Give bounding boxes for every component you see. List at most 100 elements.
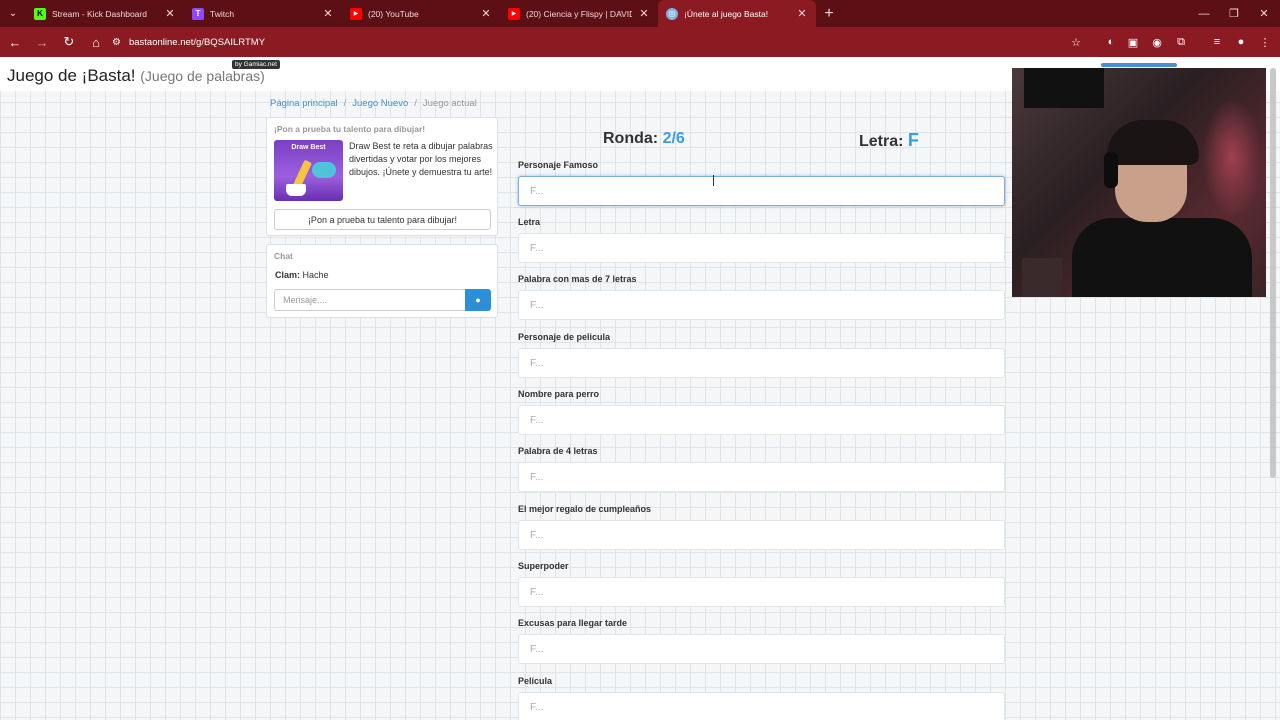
field-input-personaje-pelicula[interactable]: F... xyxy=(518,348,1005,378)
close-window-icon[interactable]: ✕ xyxy=(1249,0,1279,27)
send-chat-button[interactable]: ● xyxy=(465,289,491,311)
tab-kick[interactable]: K Stream - Kick Dashboard ✕ xyxy=(26,0,184,27)
tab-title: (20) YouTube xyxy=(368,8,419,19)
close-icon[interactable]: ✕ xyxy=(638,7,650,20)
site-subtitle: (Juego de palabras) xyxy=(140,68,265,84)
avatar[interactable]: ● xyxy=(1232,33,1250,51)
chat-bubble-icon: ● xyxy=(475,295,481,305)
webcam-person-shirt xyxy=(1072,218,1252,297)
youtube-icon: ▶ xyxy=(350,7,362,20)
webcam-overlay xyxy=(1012,68,1266,297)
field-label-palabra-4-letras: Palabra de 4 letras xyxy=(518,446,598,456)
field-label-personaje-pelicula: Personaje de pelicula xyxy=(518,332,611,342)
field-label-regalo-cumpleanos: El mejor regalo de cumpleaños xyxy=(518,504,652,514)
chat-heading: Chat xyxy=(274,251,293,261)
tab-basta[interactable]: ◎ ¡Únete al juego Basta! ✕ xyxy=(658,0,816,27)
bookmark-star-icon[interactable]: ☆ xyxy=(1067,33,1085,51)
chat-user: Clam: xyxy=(275,270,301,280)
text-cursor-icon xyxy=(713,175,715,186)
close-icon[interactable]: ✕ xyxy=(322,7,334,20)
breadcrumb-home[interactable]: Página principal xyxy=(270,98,338,109)
field-input-pelicula[interactable]: F... xyxy=(518,692,1005,720)
letter-value: F xyxy=(907,130,919,150)
site-info-icon[interactable]: ⚙ xyxy=(112,37,121,48)
field-input-letra[interactable]: F... xyxy=(518,233,1005,263)
extension-icon[interactable]: ◐ xyxy=(1102,33,1120,51)
field-input-palabra-7-letras[interactable]: F... xyxy=(518,290,1005,320)
webcam-person-hair xyxy=(1107,120,1199,165)
paint-cup-icon xyxy=(286,184,306,196)
menu-kebab-icon[interactable]: ⋮ xyxy=(1256,33,1274,51)
browser-toolbar: ← → ↻ ⌂ ⚙ bastaonline.net/g/BQSAILRTMY ☆… xyxy=(0,27,1280,57)
field-label-letra: Letra xyxy=(518,217,541,227)
chat-message-input[interactable]: Mensaje.... xyxy=(274,289,466,311)
media-icon[interactable]: ≡ xyxy=(1208,33,1226,51)
speech-bubble-icon xyxy=(312,162,336,178)
close-icon[interactable]: ✕ xyxy=(164,7,176,20)
breadcrumb-current: Juego actual xyxy=(422,98,477,109)
shield-icon[interactable]: ◉ xyxy=(1148,33,1166,51)
twitch-icon: T xyxy=(192,7,204,20)
field-input-nombre-perro[interactable]: F... xyxy=(518,405,1005,435)
gamiac-badge[interactable]: by Gamiac.net xyxy=(232,60,280,69)
page-scrollbar[interactable] xyxy=(1270,68,1276,478)
field-input-regalo-cumpleanos[interactable]: F... xyxy=(518,520,1005,550)
kick-icon: K xyxy=(34,7,46,20)
youtube-icon: ▶ xyxy=(508,7,520,20)
restore-icon[interactable]: ❐ xyxy=(1219,0,1249,27)
tab-youtube-video[interactable]: ▶ (20) Ciencia y Flispy | DAVID SU ✕ xyxy=(500,0,658,27)
chat-panel: Chat Clam: Hache Mensaje.... ● xyxy=(266,244,498,318)
promo-description: Draw Best te reta a dibujar palabras div… xyxy=(349,141,493,177)
tab-twitch[interactable]: T Twitch ✕ xyxy=(184,0,342,27)
breadcrumb-new-game[interactable]: Juego Nuevo xyxy=(352,98,408,109)
breadcrumb: Página principal / Juego Nuevo / Juego a… xyxy=(270,98,477,109)
globe-icon: ◎ xyxy=(666,7,678,20)
webcam-background-desk xyxy=(1022,258,1062,297)
tab-title: ¡Únete al juego Basta! xyxy=(684,8,769,19)
address-bar[interactable]: ⚙ bastaonline.net/g/BQSAILRTMY xyxy=(104,30,1094,54)
field-label-excusas: Excusas para llegar tarde xyxy=(518,618,628,628)
field-label-personaje-famoso: Personaje Famoso xyxy=(518,160,599,170)
chat-message: Clam: Hache xyxy=(275,270,329,280)
promo-heading: ¡Pon a prueba tu talento para dibujar! xyxy=(274,124,426,134)
draw-best-image-title: Draw Best xyxy=(291,144,326,151)
close-icon[interactable]: ✕ xyxy=(796,7,808,20)
field-input-superpoder[interactable]: F... xyxy=(518,577,1005,607)
tab-search-icon[interactable]: ⌄ xyxy=(0,0,26,27)
field-label-nombre-perro: Nombre para perro xyxy=(518,389,600,399)
forward-icon[interactable]: → xyxy=(30,30,54,54)
field-input-palabra-4-letras[interactable]: F... xyxy=(518,462,1005,492)
reload-icon[interactable]: ↻ xyxy=(57,30,81,54)
browser-tab-bar: ⌄ K Stream - Kick Dashboard ✕ T Twitch ✕… xyxy=(0,0,1280,27)
round-indicator: Ronda: 2/6 xyxy=(603,130,685,148)
field-input-excusas[interactable]: F... xyxy=(518,634,1005,664)
webcam-background-tv xyxy=(1024,68,1104,108)
tab-title: (20) Ciencia y Flispy | DAVID SU xyxy=(526,8,632,19)
field-label-pelicula: Película xyxy=(518,676,553,686)
draw-best-button[interactable]: ¡Pon a prueba tu talento para dibujar! xyxy=(274,209,491,230)
back-icon[interactable]: ← xyxy=(3,30,27,54)
breadcrumb-separator: / xyxy=(414,98,417,109)
field-label-palabra-7-letras: Palabra con mas de 7 letras xyxy=(518,274,637,284)
round-value: 2/6 xyxy=(662,130,685,147)
promo-panel: ¡Pon a prueba tu talento para dibujar! D… xyxy=(266,117,498,236)
navbar-button[interactable] xyxy=(1101,63,1177,67)
field-input-personaje-famoso[interactable]: F... xyxy=(518,176,1005,206)
headset-icon xyxy=(1104,152,1118,188)
new-tab-button[interactable]: + xyxy=(816,0,842,27)
minimize-icon[interactable]: — xyxy=(1189,0,1219,27)
tab-youtube[interactable]: ▶ (20) YouTube ✕ xyxy=(342,0,500,27)
field-label-superpoder: Superpoder xyxy=(518,561,569,571)
chat-text: Hache xyxy=(302,270,329,280)
url-text: bastaonline.net/g/BQSAILRTMY xyxy=(128,36,266,48)
letter-indicator: Letra: F xyxy=(859,130,919,151)
translate-icon[interactable]: ▣ xyxy=(1124,33,1142,51)
breadcrumb-separator: / xyxy=(343,98,347,109)
extensions-puzzle-icon[interactable]: ⧉ xyxy=(1172,33,1190,51)
draw-best-image[interactable]: Draw Best xyxy=(274,140,343,201)
close-icon[interactable]: ✕ xyxy=(480,7,492,20)
site-title[interactable]: Juego de ¡Basta! (Juego de palabras) xyxy=(7,66,265,86)
webcam-background-light xyxy=(1202,98,1262,218)
tab-title: Twitch xyxy=(210,8,235,19)
round-label: Ronda: xyxy=(603,130,659,147)
